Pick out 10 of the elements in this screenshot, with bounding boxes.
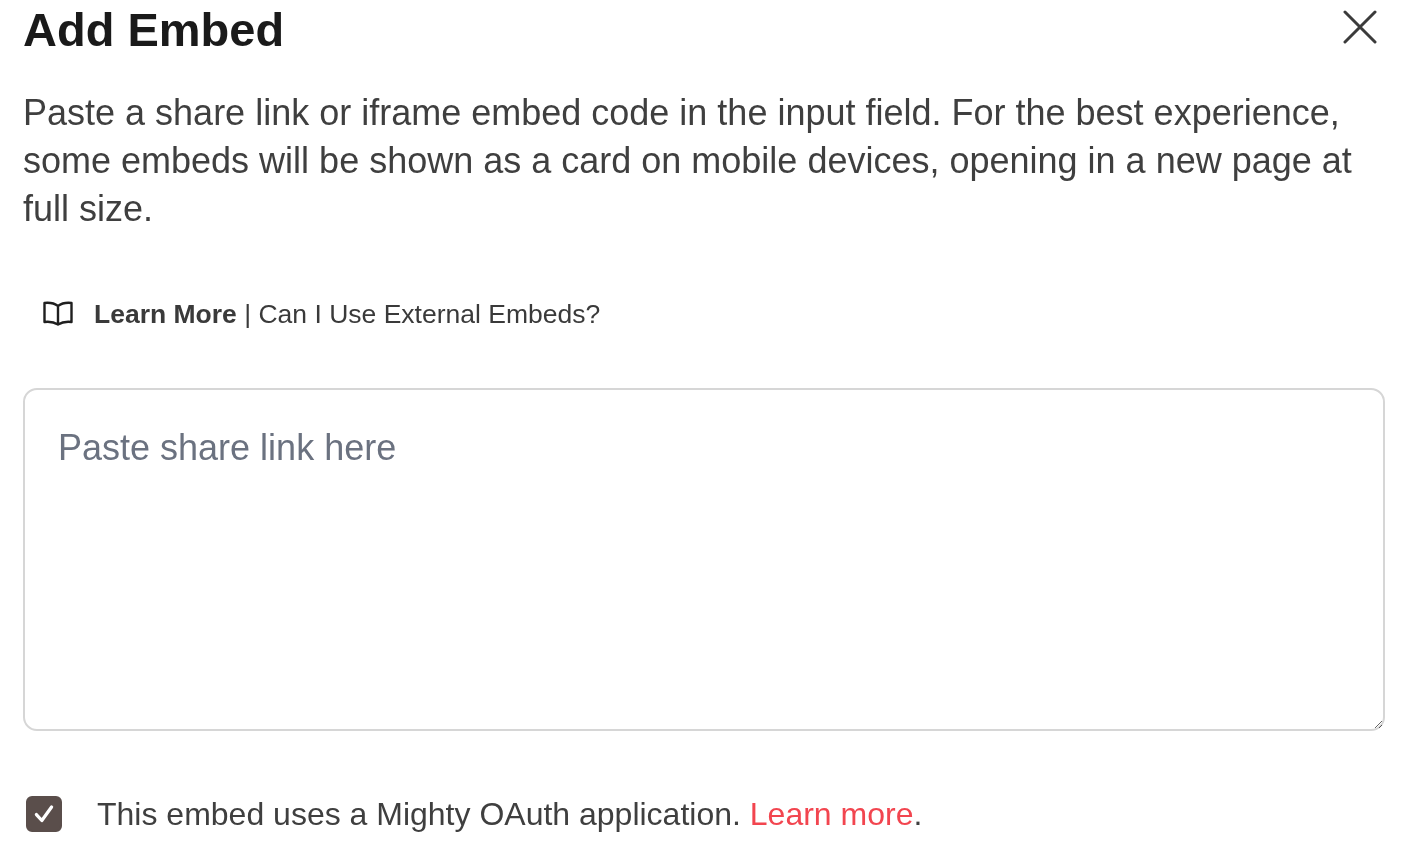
learn-more-link[interactable]: Learn more [749, 796, 914, 832]
oauth-checkbox[interactable] [26, 796, 62, 832]
close-icon [1343, 10, 1377, 44]
learn-more-link[interactable]: Learn More | Can I Use External Embeds? [94, 298, 601, 330]
close-button[interactable] [1343, 10, 1377, 44]
book-icon [43, 301, 73, 327]
embed-link-field[interactable]: Paste share link here [23, 388, 1385, 731]
description-text: Paste a share link or iframe embed code in the input field. For the best experience, some embeds will be shown as a card on mobile devices, opening in a new page at full size. [23, 91, 1353, 231]
oauth-notice: This embed uses a Mighty OAuth application. Learn more. [97, 796, 923, 832]
dialog-title: Add Embed [23, 2, 285, 58]
